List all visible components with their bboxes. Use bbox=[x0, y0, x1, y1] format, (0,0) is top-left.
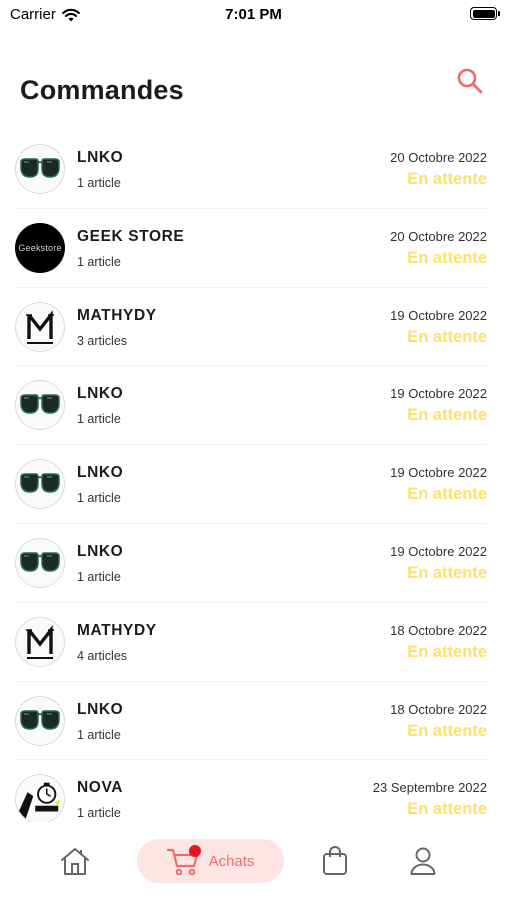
orders-list: LNKO 1 article 20 Octobre 2022 En attente Ge… bbox=[0, 130, 507, 839]
store-name: MATHYDY bbox=[77, 621, 157, 639]
order-date: 20 Octobre 2022 bbox=[390, 150, 487, 165]
item-count: 1 article bbox=[77, 806, 121, 821]
store-avatar bbox=[15, 144, 65, 194]
cart-notification-badge bbox=[188, 845, 201, 857]
order-date: 18 Octobre 2022 bbox=[390, 622, 487, 638]
item-count: 1 article bbox=[77, 412, 121, 427]
store-avatar bbox=[15, 301, 65, 352]
sunglasses-logo-icon bbox=[20, 158, 60, 178]
page-title: Commandes bbox=[20, 75, 184, 105]
geekstore-logo-text: Geekstore bbox=[18, 242, 62, 253]
order-date: 18 Octobre 2022 bbox=[390, 701, 487, 717]
mathydy-logo-icon bbox=[26, 309, 54, 344]
store-name: LNKO bbox=[77, 464, 124, 482]
tab-bag[interactable] bbox=[310, 839, 360, 883]
store-avatar bbox=[15, 616, 65, 667]
store-avatar bbox=[15, 774, 65, 825]
store-name: LNKO bbox=[77, 149, 124, 166]
store-avatar bbox=[15, 695, 65, 746]
store-name: GEEK STORE bbox=[77, 227, 185, 245]
order-status: En attente bbox=[407, 642, 487, 661]
order-date: 20 Octobre 2022 bbox=[390, 228, 487, 244]
tab-achats-label: Achats bbox=[208, 852, 255, 870]
user-icon bbox=[410, 847, 436, 875]
mathydy-logo-icon bbox=[26, 624, 54, 659]
nova-logo-icon bbox=[17, 783, 61, 820]
sunglasses-logo-icon bbox=[20, 709, 60, 730]
item-count: 1 article bbox=[77, 254, 121, 269]
order-status: En attente bbox=[407, 406, 487, 425]
store-avatar bbox=[15, 459, 65, 510]
battery-icon bbox=[470, 7, 500, 20]
order-status: En attente bbox=[407, 485, 487, 504]
store-avatar bbox=[15, 380, 65, 431]
order-status: En attente bbox=[407, 721, 487, 740]
store-avatar bbox=[15, 537, 65, 588]
item-count: 1 article bbox=[77, 176, 121, 190]
tab-bar: Achats bbox=[0, 822, 507, 900]
order-row[interactable]: LNKO 1 article 18 Octobre 2022 En attente bbox=[15, 682, 487, 761]
order-status: En attente bbox=[407, 170, 487, 188]
store-name: NOVA bbox=[77, 779, 124, 797]
tab-home[interactable] bbox=[50, 839, 100, 883]
shopping-bag-icon bbox=[323, 846, 347, 875]
order-status: En attente bbox=[407, 327, 487, 346]
tab-achats[interactable]: Achats bbox=[137, 839, 284, 883]
page-header: Commandes bbox=[20, 68, 487, 110]
sunglasses-logo-icon bbox=[20, 552, 60, 572]
search-icon bbox=[457, 68, 483, 94]
order-row[interactable]: LNKO 1 article 19 Octobre 2022 En attente bbox=[15, 445, 487, 524]
sunglasses-logo-icon bbox=[20, 394, 60, 415]
order-status: En attente bbox=[407, 800, 487, 819]
order-date: 19 Octobre 2022 bbox=[390, 465, 487, 481]
store-avatar: Geekstore bbox=[15, 222, 65, 273]
order-row[interactable]: LNKO 1 article 19 Octobre 2022 En attente bbox=[15, 366, 487, 446]
sunglasses-logo-icon bbox=[20, 473, 60, 493]
order-row[interactable]: Geekstore GEEK STORE 1 article 20 Octobre 2… bbox=[15, 209, 487, 288]
item-count: 1 article bbox=[77, 491, 121, 506]
item-count: 1 article bbox=[77, 727, 121, 742]
order-row[interactable]: MATHYDY 4 articles 18 Octobre 2022 En atten… bbox=[15, 603, 487, 682]
item-count: 1 article bbox=[77, 569, 121, 584]
order-row[interactable]: MATHYDY 3 articles 19 Octobre 2022 En atten… bbox=[15, 288, 487, 367]
search-button[interactable] bbox=[455, 66, 485, 96]
item-count: 3 articles bbox=[77, 333, 128, 348]
home-icon bbox=[61, 848, 89, 875]
status-bar: Carrier 7:01 PM bbox=[0, 0, 507, 30]
order-status: En attente bbox=[407, 248, 487, 267]
store-name: LNKO bbox=[77, 700, 124, 718]
store-name: LNKO bbox=[77, 542, 124, 560]
store-name: LNKO bbox=[77, 385, 124, 403]
store-name: MATHYDY bbox=[77, 306, 157, 324]
order-row[interactable]: LNKO 1 article 20 Octobre 2022 En attente bbox=[15, 130, 487, 209]
status-time: 7:01 PM bbox=[225, 6, 282, 23]
order-date: 19 Octobre 2022 bbox=[390, 307, 487, 323]
tab-profile[interactable] bbox=[398, 839, 448, 883]
order-date: 19 Octobre 2022 bbox=[390, 543, 487, 559]
order-row[interactable]: LNKO 1 article 19 Octobre 2022 En attente bbox=[15, 524, 487, 603]
order-date: 19 Octobre 2022 bbox=[390, 386, 487, 402]
order-status: En attente bbox=[407, 563, 487, 582]
order-date: 23 Septembre 2022 bbox=[372, 780, 487, 796]
item-count: 4 articles bbox=[77, 648, 128, 663]
